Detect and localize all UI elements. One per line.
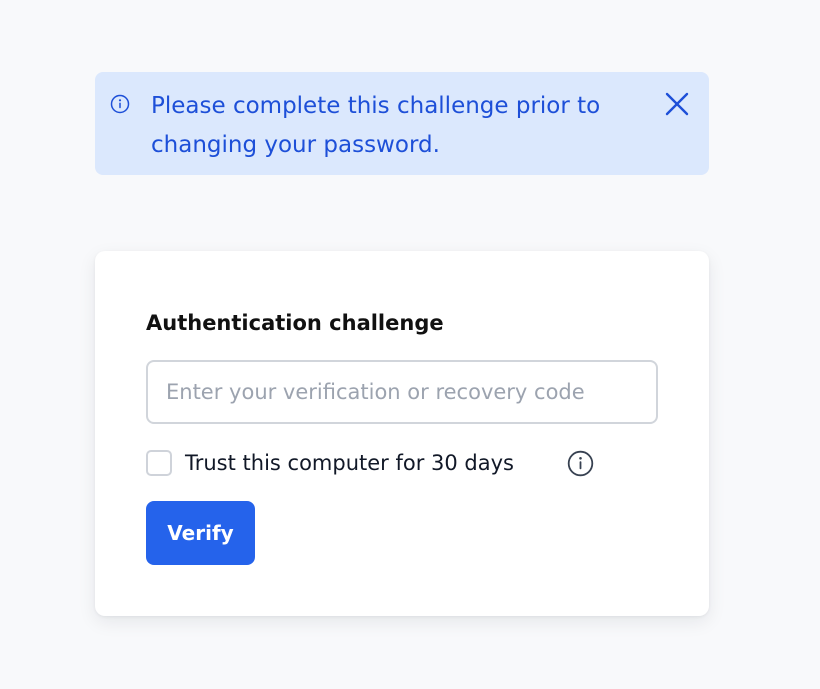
verify-button[interactable]: Verify [146,501,255,565]
challenge-title: Authentication challenge [146,311,444,335]
trust-computer-label[interactable]: Trust this computer for 30 days [185,446,514,480]
alert-message: Please complete this challenge prior to … [151,93,601,158]
trust-computer-checkbox[interactable] [146,450,172,476]
info-icon [110,94,130,114]
info-icon[interactable] [567,450,594,477]
verification-code-input[interactable] [146,360,658,424]
close-icon[interactable] [663,90,691,118]
